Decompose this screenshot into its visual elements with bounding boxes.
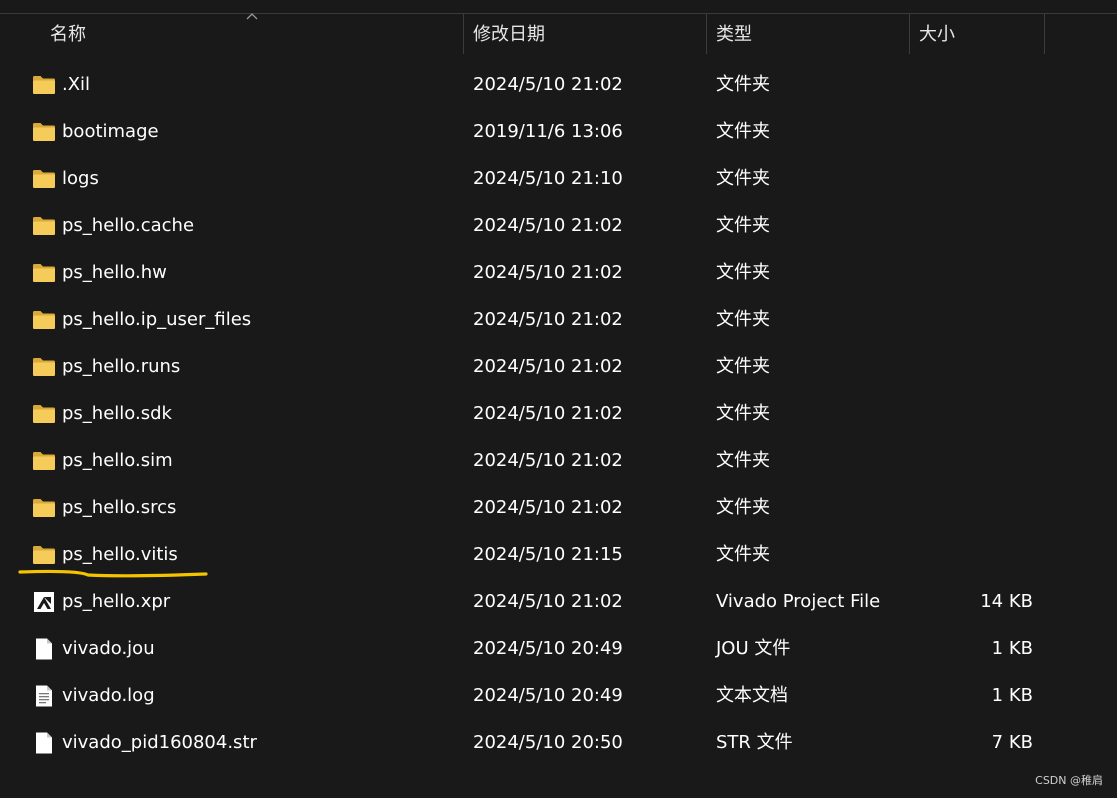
file-type: 文本文档 [716,685,788,706]
file-size [909,155,1033,202]
file-type: 文件夹 [716,121,770,142]
highlight-underline [18,569,208,578]
file-type: 文件夹 [716,403,770,424]
folder-icon [32,403,56,425]
file-date-modified: 2019/11/6 13:06 [473,121,623,142]
file-row[interactable]: ps_hello.sdk 2024/5/10 21:02 文件夹 [0,390,1117,437]
file-date-modified: 2024/5/10 21:15 [473,544,623,565]
file-size: 1 KB [991,685,1033,706]
folder-icon [32,215,56,237]
file-row[interactable]: logs 2024/5/10 21:10 文件夹 [0,155,1117,202]
file-row[interactable]: ps_hello.sim 2024/5/10 21:02 文件夹 [0,437,1117,484]
file-date-modified: 2024/5/10 21:02 [473,591,623,612]
file-name: ps_hello.cache [62,215,195,236]
file-date-modified: 2024/5/10 21:02 [473,74,623,95]
file-date-modified: 2024/5/10 21:02 [473,356,623,377]
file-row[interactable]: ps_hello.srcs 2024/5/10 21:02 文件夹 [0,484,1117,531]
column-header-name[interactable]: 名称 [50,14,86,54]
file-row[interactable]: vivado.jou 2024/5/10 20:49 JOU 文件 1 KB [0,625,1117,672]
column-divider[interactable] [463,14,464,54]
file-name: ps_hello.ip_user_files [62,309,252,330]
file-date-modified: 2024/5/10 20:49 [473,685,623,706]
file-name: ps_hello.sim [62,450,173,471]
folder-icon [32,497,56,519]
file-name: .Xil [62,74,91,95]
column-header-type[interactable]: 类型 [716,14,752,54]
file-name: ps_hello.sdk [62,403,172,424]
file-date-modified: 2024/5/10 21:02 [473,450,623,471]
text-file-icon [32,685,56,707]
watermark: CSDN @稚肩 [1035,774,1103,787]
file-name: vivado_pid160804.str [62,732,257,753]
file-name: ps_hello.srcs [62,497,177,518]
file-size [909,108,1033,155]
file-size [909,61,1033,108]
file-name: ps_hello.runs [62,356,181,377]
file-icon [32,732,56,754]
file-name: ps_hello.hw [62,262,167,283]
file-type: 文件夹 [716,215,770,236]
file-type: 文件夹 [716,497,770,518]
file-row[interactable]: bootimage 2019/11/6 13:06 文件夹 [0,108,1117,155]
file-name: ps_hello.xpr [62,591,171,612]
vivado-project-icon [32,591,56,613]
folder-icon [32,262,56,284]
file-date-modified: 2024/5/10 20:49 [473,638,623,659]
file-type: 文件夹 [716,262,770,283]
folder-icon [32,74,56,96]
file-date-modified: 2024/5/10 21:02 [473,403,623,424]
column-divider[interactable] [706,14,707,54]
column-header-row: 名称 修改日期 类型 大小 [0,14,1117,54]
file-row[interactable]: ps_hello.hw 2024/5/10 21:02 文件夹 [0,249,1117,296]
file-type: 文件夹 [716,309,770,330]
file-name: vivado.log [62,685,155,706]
column-header-date[interactable]: 修改日期 [473,14,545,54]
file-date-modified: 2024/5/10 21:02 [473,497,623,518]
file-type: 文件夹 [716,450,770,471]
folder-icon [32,168,56,190]
column-divider[interactable] [1044,14,1045,54]
folder-icon [32,450,56,472]
file-type: JOU 文件 [716,638,791,659]
file-row[interactable]: ps_hello.cache 2024/5/10 21:02 文件夹 [0,202,1117,249]
file-size: 7 KB [991,732,1033,753]
file-name: logs [62,168,99,189]
file-date-modified: 2024/5/10 21:02 [473,215,623,236]
file-type: STR 文件 [716,732,793,753]
file-date-modified: 2024/5/10 20:50 [473,732,623,753]
file-type: 文件夹 [716,544,770,565]
column-divider[interactable] [909,14,910,54]
file-row[interactable]: ps_hello.runs 2024/5/10 21:02 文件夹 [0,343,1117,390]
column-header-size[interactable]: 大小 [919,14,955,54]
file-date-modified: 2024/5/10 21:10 [473,168,623,189]
file-icon [32,638,56,660]
file-size: 14 KB [980,591,1033,612]
file-type: Vivado Project File [716,591,881,612]
file-size [909,202,1033,249]
file-size: 1 KB [991,638,1033,659]
file-date-modified: 2024/5/10 21:02 [473,262,623,283]
file-size [909,296,1033,343]
folder-icon [32,309,56,331]
file-type: 文件夹 [716,356,770,377]
file-size [909,249,1033,296]
folder-icon [32,121,56,143]
file-date-modified: 2024/5/10 21:02 [473,309,623,330]
file-size [909,437,1033,484]
folder-icon [32,356,56,378]
file-row[interactable]: ps_hello.xpr 2024/5/10 21:02 Vivado Projec… [0,578,1117,625]
file-type: 文件夹 [716,168,770,189]
file-size [909,531,1033,578]
file-size [909,390,1033,437]
file-row[interactable]: ps_hello.ip_user_files 2024/5/10 21:02 文件夹 [0,296,1117,343]
folder-icon [32,544,56,566]
file-name: vivado.jou [62,638,155,659]
file-row[interactable]: vivado_pid160804.str 2024/5/10 20:50 STR 文… [0,719,1117,766]
file-size [909,343,1033,390]
file-row[interactable]: .Xil 2024/5/10 21:02 文件夹 [0,61,1117,108]
file-name: bootimage [62,121,159,142]
file-type: 文件夹 [716,74,770,95]
file-row[interactable]: vivado.log 2024/5/10 20:49 文本文档 1 KB [0,672,1117,719]
file-size [909,484,1033,531]
